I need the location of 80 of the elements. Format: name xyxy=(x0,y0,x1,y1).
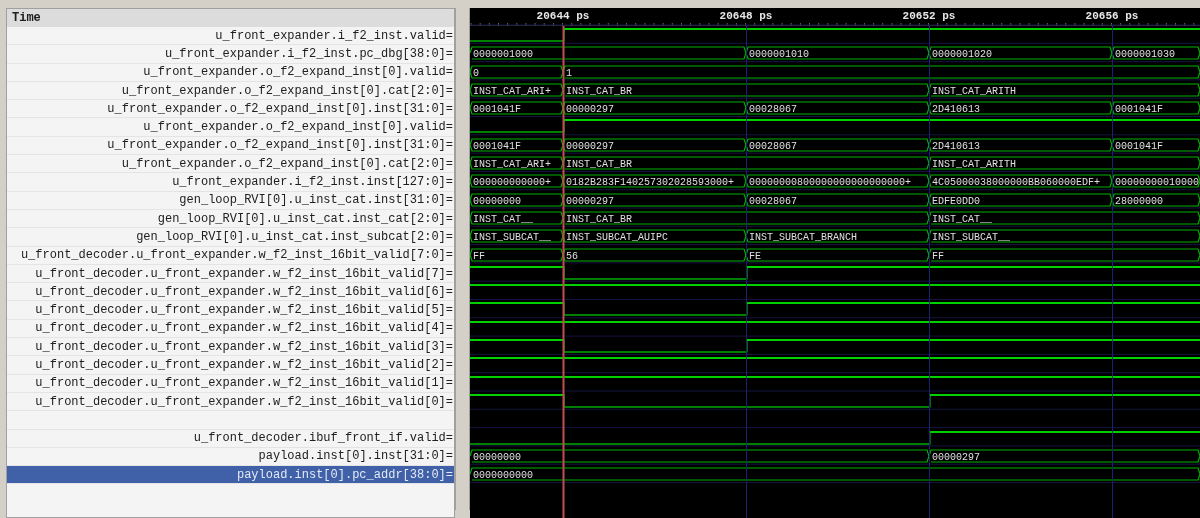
bus-value-segment: 00028067 xyxy=(745,101,930,116)
signal-name[interactable]: u_front_decoder.u_front_expander.w_f2_inst_16bit_valid[5]= xyxy=(7,301,454,320)
signal-name[interactable]: payload.inst[0].pc_addr[38:0]= xyxy=(7,466,454,485)
signal-name[interactable]: u_front_decoder.u_front_expander.w_f2_inst_16bit_valid[6]= xyxy=(7,283,454,302)
bus-value-segment: 0000001030 xyxy=(1111,46,1200,61)
bus-value-segment: 0001041F xyxy=(470,138,564,152)
signal-name[interactable]: u_front_expander.o_f2_expand_inst[0].valid= xyxy=(7,118,454,137)
bus-value-segment: INST_SUBCAT__ xyxy=(928,229,1113,244)
signal-name[interactable]: gen_loop_RVI[0].u_inst_cat.inst_cat[2:0]= xyxy=(7,209,454,229)
bus-value-segment: INST_CAT_ARI+ xyxy=(470,156,564,171)
signal-name[interactable]: gen_loop_RVI[0].u_inst_cat.inst_subcat[2:0]= xyxy=(7,228,454,247)
bus-value-segment: 00000000010000 xyxy=(1111,174,1200,189)
bus-value-segment: INST_CAT_ARITH xyxy=(928,156,1113,171)
signal-name[interactable]: u_front_expander.o_f2_expand_inst[0].inst[31:0]= xyxy=(7,100,454,119)
bus-value-segment: 4C05000038000000BB060000EDF+ xyxy=(928,174,1113,189)
bus-value-segment: 0001041F xyxy=(470,101,564,116)
bus-value-segment: 0001041F xyxy=(1111,101,1200,116)
bus-value-segment: 0000001020 xyxy=(928,46,1113,61)
signal-edge xyxy=(746,339,748,353)
signal-name[interactable]: u_front_decoder.u_front_expander.w_f2_inst_16bit_valid[2]= xyxy=(7,356,454,375)
bus-value-segment: 0 xyxy=(470,65,564,79)
signal-name[interactable]: u_front_decoder.u_front_expander.w_f2_inst_16bit_valid[0]= xyxy=(7,392,454,412)
bus-value-segment: INST_CAT_BR xyxy=(562,83,747,97)
signal-name[interactable]: u_front_decoder.u_front_expander.w_f2_inst_16bit_valid[1]= xyxy=(7,374,454,393)
signal-name[interactable]: u_front_expander.i_f2_inst.valid= xyxy=(7,27,454,46)
bus-value-segment: FE xyxy=(745,247,930,262)
signal-edge xyxy=(746,265,748,280)
bus-value-segment: 0182B283F140257302028593000+ xyxy=(562,174,747,189)
bus-value-segment: INST_CAT_BR xyxy=(562,156,747,171)
bus-value-segment: 28000000 xyxy=(1111,193,1200,207)
bus-value-segment: 0000001010 xyxy=(745,46,930,61)
bus-value-segment: 0000000000 xyxy=(470,467,564,482)
bus-value-segment: INST_SUBCAT__ xyxy=(470,229,564,244)
signal-name[interactable]: u_front_expander.o_f2_expand_inst[0].valid= xyxy=(7,63,454,82)
bus-value-segment: 00000297 xyxy=(562,101,747,116)
time-tick-label: 20656 ps xyxy=(1085,10,1139,22)
time-tick-label: 20652 ps xyxy=(902,10,956,22)
bus-value-segment: INST_CAT__ xyxy=(470,211,564,225)
time-column-header: Time xyxy=(7,9,454,27)
signal-name[interactable]: gen_loop_RVI[0].u_inst_cat.inst[31:0]= xyxy=(7,191,454,210)
bus-value-segment: INST_SUBCAT_BRANCH xyxy=(745,229,930,244)
signal-name[interactable]: u_front_expander.o_f2_expand_inst[0].inst[31:0]= xyxy=(7,136,454,156)
bus-value-segment: FF xyxy=(928,247,1113,262)
bus-value-segment: 0000001000 xyxy=(470,46,564,61)
bus-value-segment: 00028067 xyxy=(745,193,930,207)
bus-value-segment: 2D410613 xyxy=(928,138,1113,152)
signal-edge xyxy=(929,393,931,408)
signal-name[interactable]: u_front_decoder.u_front_expander.w_f2_inst_16bit_valid[3]= xyxy=(7,338,454,357)
signal-edge xyxy=(929,430,931,445)
signal-name[interactable]: u_front_expander.i_f2_inst.pc_dbg[38:0]= xyxy=(7,45,454,64)
signal-name[interactable]: u_front_expander.o_f2_expand_inst[0].cat[2:0]= xyxy=(7,81,454,101)
bus-value-segment: 1 xyxy=(562,65,747,79)
bus-value-segment: INST_CAT__ xyxy=(928,211,1113,225)
bus-value-segment: INST_CAT_ARITH xyxy=(928,83,1113,97)
bus-value-segment: 00028067 xyxy=(745,138,930,152)
bus-value-segment: INST_SUBCAT_AUIPC xyxy=(562,229,747,244)
signal-name[interactable]: u_front_expander.o_f2_expand_inst[0].cat[2:0]= xyxy=(7,155,454,174)
bus-value-segment: 000000000000+ xyxy=(470,174,564,189)
signal-name[interactable]: u_front_decoder.ibuf_front_if.valid= xyxy=(7,429,454,448)
bus-value-segment: 00000000 xyxy=(470,193,564,207)
bus-value-segment: 0001041F xyxy=(1111,138,1200,152)
signal-name[interactable]: u_front_decoder.u_front_expander.w_f2_inst_16bit_valid[7]= xyxy=(7,264,454,284)
time-tick-label: 20644 ps xyxy=(536,10,590,22)
bus-value-segment: INST_CAT_BR xyxy=(562,211,747,225)
bus-value-segment: 56 xyxy=(562,247,747,262)
time-tick-label: 20648 ps xyxy=(719,10,773,22)
signal-name[interactable]: u_front_decoder.u_front_expander.w_f2_inst_16bit_valid[7:0]= xyxy=(7,246,454,265)
bus-value-segment: 00000000 xyxy=(470,449,564,463)
signal-name[interactable]: u_front_decoder.u_front_expander.w_f2_inst_16bit_valid[4]= xyxy=(7,319,454,339)
signal-edge xyxy=(746,302,748,316)
bus-value-segment: FF xyxy=(470,247,564,262)
bus-value-segment: INST_CAT_ARI+ xyxy=(470,83,564,97)
bus-value-segment: 00000000800000000000000000+ xyxy=(745,174,930,189)
bus-value-segment: 00000297 xyxy=(562,138,747,152)
bus-value-segment: EDFE0DD0 xyxy=(928,193,1113,207)
bus-value-segment: 2D410613 xyxy=(928,101,1113,116)
bus-value-segment: 00000297 xyxy=(562,193,747,207)
cursor-marker[interactable] xyxy=(562,26,565,518)
signal-name[interactable]: u_front_expander.i_f2_inst.inst[127:0]= xyxy=(7,173,454,192)
bus-value-segment: 00000297 xyxy=(928,449,1113,463)
